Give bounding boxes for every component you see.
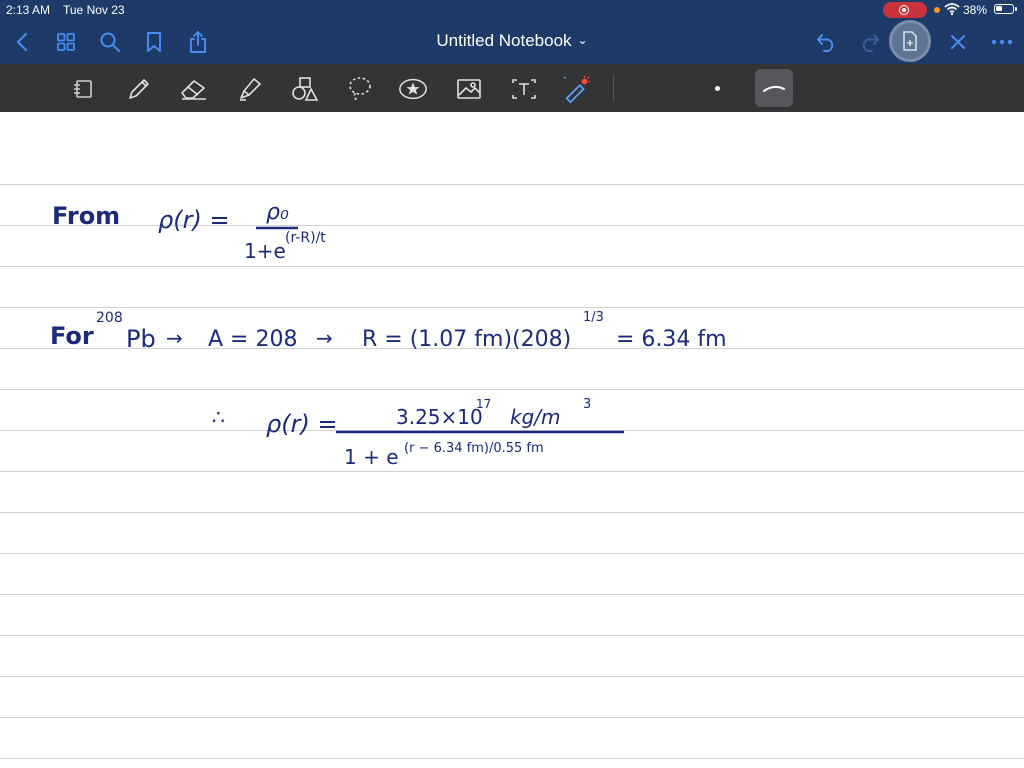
status-time: 2:13 AM <box>6 3 51 17</box>
text-icon[interactable] <box>509 74 539 104</box>
note-numerator: 3.25×10 <box>396 405 483 429</box>
handwritten-notes: From ρ(r) = ρ₀ 1+e (r-R)/t For 208 Pb → … <box>50 200 727 469</box>
note-mass-number: 208 <box>96 310 123 326</box>
note-power: 1/3 <box>583 310 604 325</box>
redo-icon[interactable] <box>856 28 884 56</box>
status-date: Tue Nov 23 <box>63 3 125 17</box>
image-icon[interactable] <box>454 74 484 104</box>
lasso-icon[interactable] <box>345 74 375 104</box>
note-numerator-power: 17 <box>476 397 491 411</box>
note-rho-zero: ρ₀ <box>266 200 289 225</box>
note-r-equals: R = (1.07 fm)(208) <box>362 327 571 352</box>
pen-size-option[interactable] <box>715 86 720 91</box>
wifi-icon <box>944 3 960 16</box>
chevron-down-icon: ⌄ <box>577 33 588 47</box>
battery-fill <box>996 6 1002 11</box>
note-from-label: From <box>52 202 120 230</box>
note-for-label: For <box>50 322 94 350</box>
note-exponent: (r-R)/t <box>285 230 326 246</box>
navigation-bar: Untitled Notebook ⌄ <box>0 20 1024 64</box>
laser-pointer-icon[interactable] <box>562 74 592 104</box>
microphone-in-use-indicator <box>934 7 940 13</box>
note-denominator: 1+e <box>244 239 286 263</box>
battery-icon <box>994 4 1017 14</box>
note-exponent-2: (r − 6.34 fm)/0.55 fm <box>404 441 544 456</box>
toolbar-divider <box>613 74 614 102</box>
note-numerator-unit: kg/m <box>510 405 561 429</box>
stroke-style-selector[interactable] <box>755 69 793 107</box>
note-therefore: ∴ <box>212 405 225 429</box>
close-icon[interactable] <box>944 28 972 56</box>
read-only-mode-icon[interactable] <box>68 74 98 104</box>
notebook-title-text: Untitled Notebook <box>436 31 572 50</box>
note-arrow-2: → <box>316 326 333 350</box>
note-unit-power: 3 <box>583 397 591 412</box>
note-arrow-1: → <box>166 326 183 350</box>
battery-percent: 38% <box>963 3 988 17</box>
eraser-icon[interactable] <box>179 74 209 104</box>
note-element: Pb <box>126 325 156 353</box>
undo-icon[interactable] <box>812 28 840 56</box>
pen-icon[interactable] <box>124 74 154 104</box>
add-page-icon <box>903 31 917 51</box>
status-bar: 2:13 AM Tue Nov 23 38% <box>0 0 1024 20</box>
note-result: = 6.34 fm <box>616 327 727 352</box>
add-page-button[interactable] <box>889 20 931 62</box>
note-a-equals: A = 208 <box>208 327 297 352</box>
drawing-toolbar <box>0 64 1024 112</box>
note-denominator-2: 1 + e <box>344 445 399 469</box>
stickers-icon[interactable] <box>398 74 428 104</box>
more-icon[interactable] <box>988 28 1016 56</box>
note-rho-lhs: ρ(r) = <box>158 206 230 234</box>
record-icon <box>899 5 909 15</box>
shapes-icon[interactable] <box>290 74 320 104</box>
screen-recording-indicator[interactable] <box>883 2 927 18</box>
note-rho-lhs-2: ρ(r) = <box>266 410 338 438</box>
notebook-page[interactable]: From ρ(r) = ρ₀ 1+e (r-R)/t For 208 Pb → … <box>0 112 1024 768</box>
highlighter-icon[interactable] <box>235 74 265 104</box>
